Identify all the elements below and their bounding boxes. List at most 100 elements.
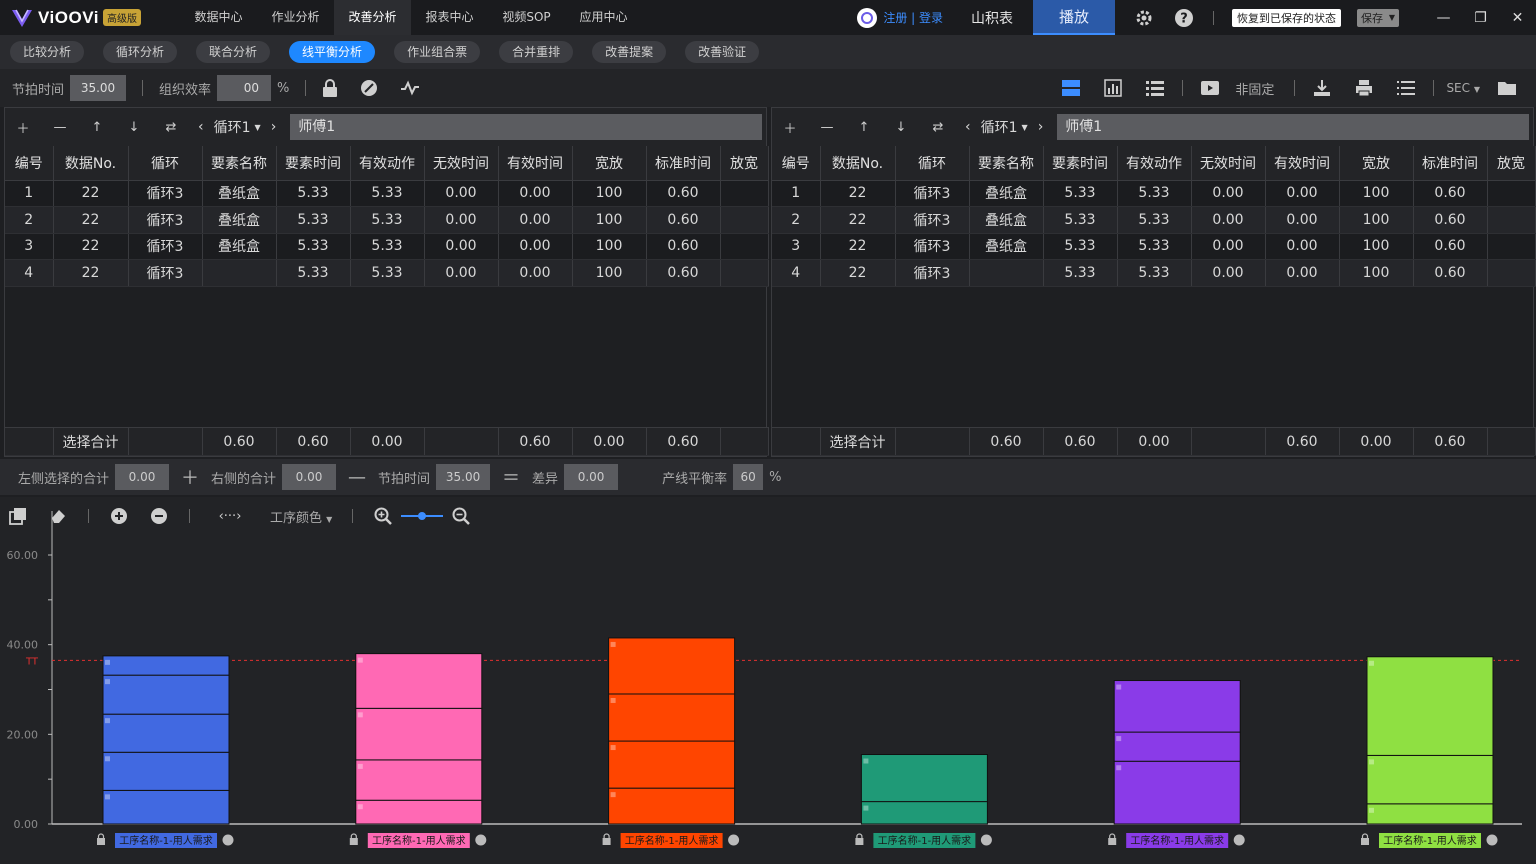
bar-segment[interactable]: [355, 707, 483, 761]
login-link[interactable]: 注册 | 登录: [883, 9, 943, 26]
slider-handle[interactable]: [418, 512, 427, 520]
close-icon[interactable]: ✕: [1499, 10, 1536, 26]
left-sum-input[interactable]: 0.00: [115, 464, 170, 490]
lock-icon[interactable]: [349, 833, 358, 845]
table-cell[interactable]: [720, 206, 769, 234]
column-header[interactable]: 要素时间: [1043, 146, 1118, 181]
bar-segment[interactable]: [102, 789, 230, 825]
column-header[interactable]: 循环: [895, 146, 970, 181]
process-color-select[interactable]: 工序颜色 ▼: [270, 507, 332, 526]
table-cell[interactable]: 0.60: [1413, 180, 1488, 207]
bar-segment[interactable]: [102, 655, 230, 676]
subtab[interactable]: 合并重排: [499, 41, 574, 63]
table-cell[interactable]: 叠纸盒: [969, 233, 1044, 260]
table-row[interactable]: 2 22 循环3 叠纸盒 5.33 5.33 0.00 0.00 100 0.60: [5, 206, 769, 234]
bar-segment[interactable]: [1366, 656, 1494, 756]
takt-sum-input[interactable]: 35.00: [436, 464, 491, 490]
column-header[interactable]: 要素名称: [202, 146, 277, 181]
column-header[interactable]: 数据No.: [53, 146, 129, 181]
column-header[interactable]: 放宽: [720, 146, 769, 181]
table-cell[interactable]: 循环3: [895, 206, 970, 234]
table-cell[interactable]: 循环3: [128, 233, 203, 260]
table-cell[interactable]: 100: [1339, 259, 1414, 287]
table-cell[interactable]: 0.00: [1191, 233, 1266, 260]
column-header[interactable]: 要素时间: [276, 146, 351, 181]
column-header[interactable]: 宽放: [1339, 146, 1414, 181]
chevron-right-icon[interactable]: ›: [1038, 119, 1044, 135]
process-label[interactable]: 工序名称-1-用人需求: [1130, 834, 1224, 847]
bar-chart-icon[interactable]: [1102, 79, 1124, 97]
magnify-plus-icon[interactable]: [373, 507, 393, 525]
table-cell[interactable]: 0.00: [1265, 206, 1340, 234]
table-cell[interactable]: 2: [772, 206, 821, 234]
table-cell[interactable]: 5.33: [1043, 233, 1118, 260]
bar-segment[interactable]: [355, 799, 483, 825]
bar-segment[interactable]: [1113, 760, 1241, 825]
nav-item[interactable]: 改善分析: [334, 0, 411, 35]
table-cell[interactable]: 5.33: [276, 233, 351, 260]
subtab[interactable]: 比较分析: [10, 41, 85, 63]
table-cell[interactable]: 1: [772, 180, 821, 207]
arrow-up-icon[interactable]: ↑: [854, 120, 874, 135]
master-field[interactable]: 师傅1: [290, 114, 762, 140]
table-cell[interactable]: 0.00: [1265, 233, 1340, 260]
bar-segment[interactable]: [860, 754, 988, 803]
process-label[interactable]: 工序名称-1-用人需求: [372, 834, 466, 847]
process-label[interactable]: 工序名称-1-用人需求: [1383, 834, 1477, 847]
table-cell[interactable]: 5.33: [350, 233, 425, 260]
lock-icon[interactable]: [1108, 833, 1117, 845]
gear-icon[interactable]: [1133, 7, 1155, 29]
swap-icon[interactable]: ⇄: [161, 120, 181, 135]
yamazumi-title[interactable]: 山积表: [971, 8, 1013, 28]
nav-item[interactable]: 视频SOP: [488, 0, 565, 35]
table-cell[interactable]: 100: [572, 233, 647, 260]
cycle-selector[interactable]: ‹ 循环1 ▼ ›: [198, 117, 276, 137]
layout-split-icon[interactable]: [1060, 79, 1082, 97]
table-cell[interactable]: 22: [53, 259, 129, 287]
column-header[interactable]: 有效时间: [498, 146, 573, 181]
swap-icon[interactable]: ⇄: [928, 120, 948, 135]
subtab[interactable]: 联合分析: [196, 41, 271, 63]
table-cell[interactable]: 0.00: [1191, 180, 1266, 207]
print-icon[interactable]: [1353, 79, 1375, 97]
table-cell[interactable]: [1487, 206, 1536, 234]
bar-segment[interactable]: [102, 751, 230, 791]
table-row[interactable]: 2 22 循环3 叠纸盒 5.33 5.33 0.00 0.00 100 0.60: [772, 206, 1536, 234]
edit-icon[interactable]: [980, 834, 992, 846]
table-cell[interactable]: 1: [5, 180, 54, 207]
table-cell[interactable]: 100: [1339, 180, 1414, 207]
zoom-slider[interactable]: [401, 510, 444, 522]
table-cell[interactable]: 22: [820, 180, 896, 207]
table-cell[interactable]: 5.33: [1117, 206, 1192, 234]
bar-segment[interactable]: [102, 674, 230, 715]
copy-icon[interactable]: [8, 507, 28, 525]
table-cell[interactable]: 叠纸盒: [202, 233, 277, 260]
table-cell[interactable]: 100: [1339, 233, 1414, 260]
chevron-right-icon[interactable]: ›: [271, 119, 277, 135]
arrow-up-icon[interactable]: ↑: [87, 120, 107, 135]
subtab[interactable]: 改善提案: [592, 41, 667, 63]
subtab[interactable]: 作业组合票: [394, 41, 481, 63]
table-cell[interactable]: 0.00: [424, 206, 499, 234]
lock-icon[interactable]: [855, 833, 864, 845]
table-cell[interactable]: 5.33: [1117, 180, 1192, 207]
table-cell[interactable]: 循环3: [128, 206, 203, 234]
magnify-minus-icon[interactable]: [451, 507, 471, 525]
table-cell[interactable]: 22: [53, 180, 129, 207]
download-icon[interactable]: [1311, 79, 1333, 97]
table-cell[interactable]: 0.60: [646, 233, 721, 260]
non-fixed-toggle[interactable]: 非固定: [1235, 79, 1274, 98]
lock-icon[interactable]: [1361, 833, 1369, 845]
add-icon[interactable]: ＋: [780, 118, 800, 137]
table-cell[interactable]: 5.33: [276, 259, 351, 287]
bar-segment[interactable]: [608, 740, 736, 789]
table-cell[interactable]: 5.33: [276, 180, 351, 207]
table-cell[interactable]: 100: [1339, 206, 1414, 234]
table-cell[interactable]: 3: [772, 233, 821, 260]
process-label[interactable]: 工序名称-1-用人需求: [119, 834, 213, 847]
bar-segment[interactable]: [608, 693, 736, 742]
menu-list-icon[interactable]: [1395, 80, 1417, 96]
bar-segment[interactable]: [1366, 754, 1494, 805]
column-header[interactable]: 有效动作: [1117, 146, 1192, 181]
minimize-icon[interactable]: —: [1425, 10, 1462, 26]
